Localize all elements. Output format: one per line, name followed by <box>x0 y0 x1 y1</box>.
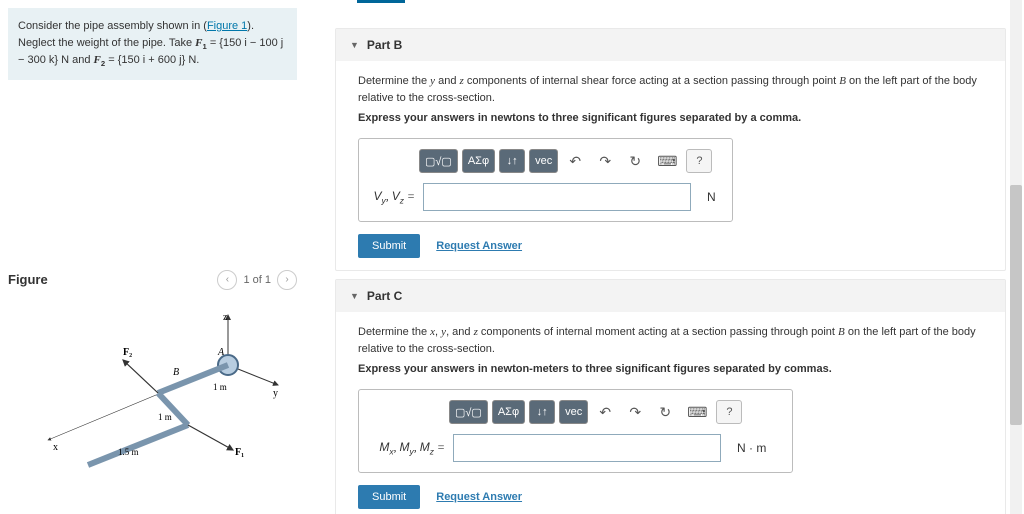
svg-text:F₂: F₂ <box>123 347 132 358</box>
part-c-variable-label: Mx, My, Mz = <box>369 440 445 456</box>
undo-button[interactable]: ↶ <box>592 400 618 424</box>
help-button[interactable]: ? <box>716 400 742 424</box>
part-c-answer-box: ▢√▢ ΑΣφ ↓↑ vec ↶ ↷ ↻ ⌨ ? Mx, My, Mz = N … <box>358 389 793 473</box>
reset-button[interactable]: ↻ <box>622 149 648 173</box>
sub-sup-button[interactable]: ↓↑ <box>499 149 525 173</box>
part-b-answer-input[interactable] <box>423 183 691 211</box>
templates-button[interactable]: ▢√▢ <box>419 149 458 173</box>
svg-text:A: A <box>217 347 225 358</box>
part-b-instructions: Express your answers in newtons to three… <box>358 112 983 124</box>
figure-pager: ‹ 1 of 1 › <box>217 270 297 290</box>
help-button[interactable]: ? <box>686 149 712 173</box>
part-c-toolbar: ▢√▢ ΑΣφ ↓↑ vec ↶ ↷ ↻ ⌨ ? <box>449 400 766 424</box>
part-c-unit: N · m <box>737 441 766 455</box>
greek-button[interactable]: ΑΣφ <box>462 149 495 173</box>
part-b: ▼ Part B Determine the y and z component… <box>335 28 1006 271</box>
svg-text:1 m: 1 m <box>213 382 227 392</box>
templates-button[interactable]: ▢√▢ <box>449 400 488 424</box>
redo-button[interactable]: ↷ <box>622 400 648 424</box>
part-b-toolbar: ▢√▢ ΑΣφ ↓↑ vec ↶ ↷ ↻ ⌨ ? <box>419 149 716 173</box>
part-c-instructions: Express your answers in newton-meters to… <box>358 363 983 375</box>
greek-button[interactable]: ΑΣφ <box>492 400 525 424</box>
part-b-request-answer-link[interactable]: Request Answer <box>436 240 522 252</box>
figure-next-button[interactable]: › <box>277 270 297 290</box>
scrollbar-thumb[interactable] <box>1010 185 1022 425</box>
vec-button[interactable]: vec <box>529 149 558 173</box>
svg-text:1.5 m: 1.5 m <box>118 447 139 457</box>
caret-down-icon: ▼ <box>350 291 359 301</box>
part-c: ▼ Part C Determine the x, y, and z compo… <box>335 279 1006 514</box>
vec-button[interactable]: vec <box>559 400 588 424</box>
figure-prev-button[interactable]: ‹ <box>217 270 237 290</box>
svg-text:z: z <box>223 312 228 323</box>
svg-text:F₁: F₁ <box>235 447 244 458</box>
part-b-unit: N <box>707 190 716 204</box>
svg-text:B: B <box>173 367 179 378</box>
problem-statement: Consider the pipe assembly shown in (Fig… <box>8 8 297 80</box>
svg-text:1 m: 1 m <box>158 412 172 422</box>
svg-text:x: x <box>53 442 58 453</box>
reset-button[interactable]: ↻ <box>652 400 678 424</box>
part-b-submit-button[interactable]: Submit <box>358 234 420 258</box>
part-c-prompt: Determine the x, y, and z components of … <box>358 324 983 357</box>
figure-image: z y x A B F₂ F₁ 1 m 1 m 1.5 m <box>8 310 297 480</box>
part-b-variable-label: Vy, Vz = <box>369 189 415 205</box>
part-b-header[interactable]: ▼ Part B <box>336 29 1005 61</box>
part-c-answer-input[interactable] <box>453 434 721 462</box>
figure-link[interactable]: Figure 1 <box>207 20 247 32</box>
part-c-request-answer-link[interactable]: Request Answer <box>436 491 522 503</box>
part-c-submit-button[interactable]: Submit <box>358 485 420 509</box>
part-b-answer-box: ▢√▢ ΑΣφ ↓↑ vec ↶ ↷ ↻ ⌨ ? Vy, Vz = N <box>358 138 733 222</box>
sub-sup-button[interactable]: ↓↑ <box>529 400 555 424</box>
figure-title: Figure <box>8 272 48 287</box>
undo-button[interactable]: ↶ <box>562 149 588 173</box>
redo-button[interactable]: ↷ <box>592 149 618 173</box>
keyboard-button[interactable]: ⌨ <box>652 149 682 173</box>
part-b-prompt: Determine the y and z components of inte… <box>358 73 983 106</box>
active-tab-indicator <box>357 0 405 3</box>
caret-down-icon: ▼ <box>350 40 359 50</box>
part-c-header[interactable]: ▼ Part C <box>336 280 1005 312</box>
keyboard-button[interactable]: ⌨ <box>682 400 712 424</box>
svg-text:y: y <box>273 388 278 399</box>
